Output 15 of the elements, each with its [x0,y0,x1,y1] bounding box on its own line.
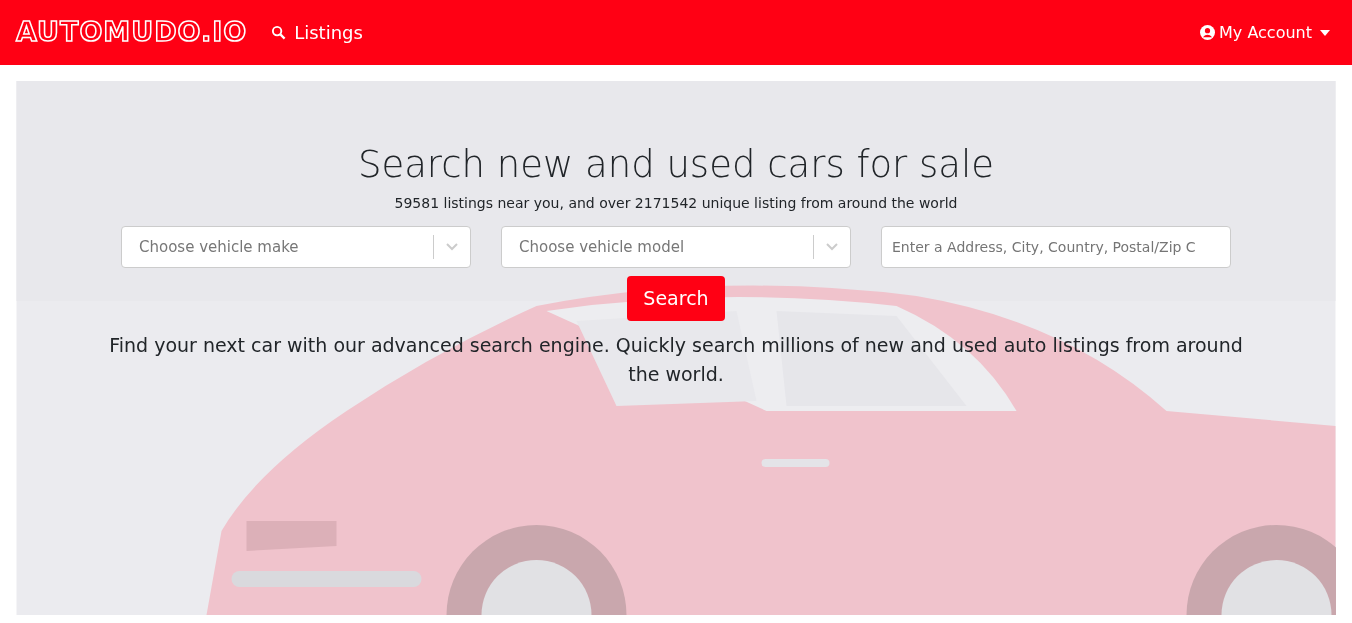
nav-link[interactable]: Listings [271,19,363,46]
chevron-down-icon [446,243,458,252]
chevron-down-icon [826,243,838,252]
account-menu[interactable]: My Account [1194,19,1336,46]
logo[interactable]: AUTOMUDO.IO [16,12,248,53]
caret-icon [1320,29,1330,36]
location-field[interactable]: Enter a Address, City, Country, Postal/Zip C [881,226,1231,269]
search-button[interactable]: Search [627,276,725,321]
select-field[interactable]: Choose vehicle model [501,226,851,269]
listing-count: 59581 listings near you, and over 2171542 unique listing from around the world [393,194,959,214]
user-icon [1200,25,1216,40]
hero-title: Search new and used cars for sale [356,143,996,188]
description: Find your next car with our advanced search engine. Quickly search millions of new and used auto listings from around the world. [108,332,1244,388]
search-icon [271,25,287,40]
select-field[interactable]: Choose vehicle make [121,226,471,269]
